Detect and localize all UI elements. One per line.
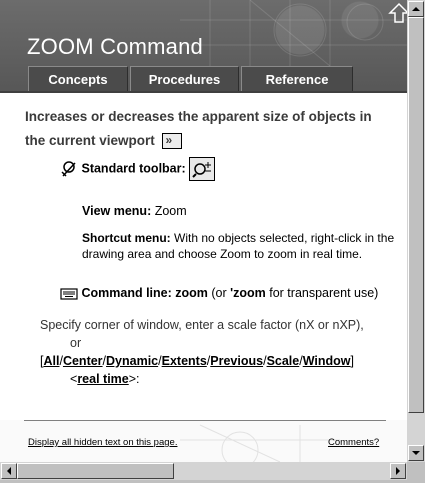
zoom-realtime-icon[interactable]	[189, 157, 216, 181]
tab-procedures[interactable]: Procedures	[130, 66, 239, 92]
triangle-right-icon	[396, 467, 400, 475]
tabs-divider	[0, 91, 407, 93]
header-banner: ZOOM Command Concepts Procedures Referen…	[0, 0, 407, 93]
scrollbar-corner	[407, 462, 425, 480]
standard-toolbar-label: Standard toolbar:	[81, 161, 186, 176]
option-dynamic-link[interactable]: Dynamic	[106, 354, 158, 368]
shortcut-menu-row: Shortcut menu: With no objects selected,…	[82, 230, 400, 262]
command-line-label: Command line:	[81, 286, 172, 300]
tab-concepts[interactable]: Concepts	[28, 66, 128, 92]
option-scale-link[interactable]: Scale	[267, 354, 300, 368]
keyboard-icon	[60, 288, 78, 300]
prompt-options: [All/Center/Dynamic/Extents/Previous/Sca…	[40, 354, 354, 368]
real-time-row: <real time>:	[70, 372, 140, 386]
real-time-link[interactable]: real time	[77, 372, 128, 386]
triangle-up-icon	[412, 7, 420, 11]
up-arrow-icon[interactable]	[388, 2, 407, 24]
view-menu-value: Zoom	[154, 204, 187, 218]
command-name: zoom	[175, 286, 208, 300]
option-window-link[interactable]: Window	[303, 354, 351, 368]
shortcut-menu-label: Shortcut menu:	[82, 231, 171, 245]
double-chevron-icon: »	[165, 133, 173, 148]
option-all-link[interactable]: All	[43, 354, 59, 368]
tab-reference[interactable]: Reference	[241, 66, 353, 92]
scroll-up-button[interactable]	[408, 1, 424, 17]
vertical-scroll-thumb[interactable]	[408, 17, 424, 413]
command-mid-text: (or	[211, 286, 227, 300]
prompt-line-2: or	[70, 336, 82, 350]
tab-bar: Concepts Procedures Reference	[28, 66, 353, 92]
standard-toolbar-row: Standard toolbar:	[60, 157, 216, 181]
triangle-down-icon	[412, 451, 420, 455]
option-center-link[interactable]: Center	[63, 354, 103, 368]
real-time-close: >:	[128, 372, 140, 386]
transparent-command: 'zoom	[230, 286, 266, 300]
view-menu-label: View menu:	[82, 204, 152, 218]
scroll-right-button[interactable]	[390, 463, 406, 479]
help-content-pane: ZOOM Command Concepts Procedures Referen…	[0, 0, 407, 462]
footer: Display all hidden text on this page. Co…	[0, 420, 407, 462]
view-menu-row: View menu: Zoom	[82, 204, 187, 218]
comments-link[interactable]: Comments?	[328, 437, 379, 448]
scroll-down-button[interactable]	[408, 445, 424, 461]
horizontal-scroll-thumb[interactable]	[17, 463, 174, 479]
options-close-bracket: ]	[350, 354, 354, 368]
command-tail-text: for transparent use)	[269, 286, 379, 300]
option-previous-link[interactable]: Previous	[210, 354, 263, 368]
display-hidden-text-link[interactable]: Display all hidden text on this page.	[28, 437, 177, 448]
option-extents-link[interactable]: Extents	[162, 354, 207, 368]
command-line-row: Command line: zoom (or 'zoom for transpa…	[60, 286, 378, 300]
horizontal-scrollbar[interactable]	[0, 462, 407, 480]
intro-text: Increases or decreases the apparent size…	[25, 109, 372, 148]
vertical-scrollbar[interactable]	[407, 0, 425, 462]
page-title: ZOOM Command	[27, 34, 203, 59]
triangle-left-icon	[7, 467, 11, 475]
expand-more-button[interactable]: »	[161, 133, 182, 150]
scroll-left-button[interactable]	[1, 463, 17, 479]
prompt-line-1: Specify corner of window, enter a scale …	[40, 318, 364, 332]
toolbar-icon	[61, 161, 76, 177]
intro-paragraph: Increases or decreases the apparent size…	[25, 105, 395, 153]
